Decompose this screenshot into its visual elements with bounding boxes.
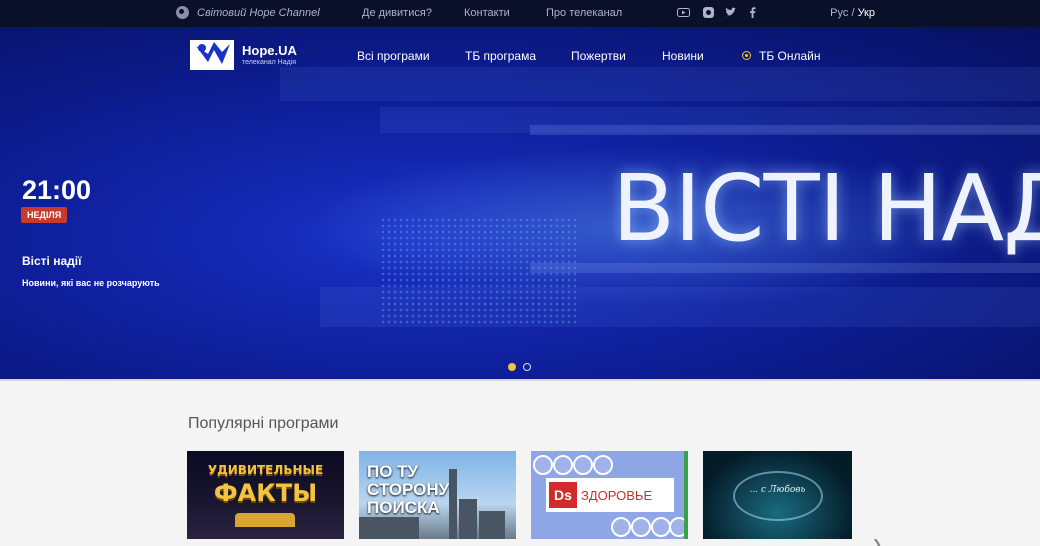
program-title-line: СТОРОНУ [367,480,450,499]
hero-stripe [530,263,1040,273]
where-to-watch-link[interactable]: Де дивитися? [362,7,432,19]
program-card-search[interactable]: ПО ТУ СТОРОНУ ПОИСКА [359,451,516,539]
health-logo-card: Ds ЗДОРОВЬЕ [546,478,674,512]
building-image [479,511,505,539]
show-title[interactable]: Вісті надії [22,254,81,268]
circle-decor [553,455,573,475]
world-channel-label: Світовий Hope Channel [197,6,320,19]
hero-banner-text: ВІСТІ НАД [612,155,1040,262]
broadcast-time: 21:00 [22,175,92,205]
nav-all-programs[interactable]: Всі програми [357,49,430,63]
building-image [359,517,419,539]
nav-tv-program[interactable]: ТБ програма [465,49,536,63]
broadcast-day-badge: НЕДІЛЯ [21,207,68,223]
language-switcher: Рус / Укр [830,7,875,19]
circle-decor [651,517,671,537]
top-utility-bar: Світовий Hope Channel Де дивитися? Конта… [0,0,1040,27]
logo-subtitle: телеканал Надія [242,58,297,66]
section-divider [0,379,1040,381]
slider-dot-2[interactable] [523,363,531,371]
circle-decor [593,455,613,475]
building-image [459,499,477,539]
instagram-icon[interactable] [702,6,715,19]
card-edge [684,451,688,539]
slider-dot-1[interactable] [508,363,516,371]
circle-decor [631,517,651,537]
nav-news[interactable]: Новини [662,49,704,63]
lang-uk[interactable]: Укр [858,7,875,19]
logo-name: Hope.UA [242,42,297,58]
program-title-line: ФАКТЫ [213,479,318,507]
program-title-line: ПОИСКА [367,498,440,517]
world-channel-link[interactable]: Світовий Hope Channel [176,6,320,19]
hope-logo-icon [190,40,234,70]
hope-ua-logo[interactable]: Hope.UA телеканал Надія [188,38,297,72]
about-channel-link[interactable]: Про телеканал [546,7,622,19]
circle-decor [533,455,553,475]
program-card-love[interactable]: ... с Любовь [703,451,852,539]
lang-separator: / [851,7,855,19]
live-icon [742,51,751,60]
chevron-right-icon[interactable]: ❯ [872,537,882,546]
program-title: ... с Любовь [749,485,806,495]
circle-decor [573,455,593,475]
facebook-icon[interactable] [746,6,759,19]
program-title-line: ПО ТУ [367,462,419,481]
twitter-icon[interactable] [724,6,737,19]
hero-decor-band [280,67,1040,101]
hero-stripe [530,125,1040,135]
contacts-link[interactable]: Контакти [464,7,510,19]
lang-ru[interactable]: Рус [830,7,848,19]
swirl-decor [733,471,823,521]
nav-donations[interactable]: Пожертви [571,49,626,63]
globe-icon [176,6,189,19]
ds-logo: Ds [549,482,577,508]
program-card-facts[interactable]: УДИВИТЕЛЬНЫЕ ФАКТЫ [187,451,344,539]
program-card-health[interactable]: Ds ЗДОРОВЬЕ [531,451,688,539]
hero-slider[interactable]: ВІСТІ НАД [0,27,1040,379]
popular-programs-title: Популярні програми [188,415,339,432]
program-title-line: УДИВИТЕЛЬНЫЕ [207,463,324,477]
youtube-icon[interactable] [677,6,690,19]
nav-tv-online[interactable]: ТБ Онлайн [759,49,821,63]
program-title: ЗДОРОВЬЕ [581,487,653,503]
skyscraper-image [449,469,457,539]
book-icon [235,513,295,527]
circle-decor [611,517,631,537]
show-description: Новини, які вас не розчарують [22,278,160,288]
